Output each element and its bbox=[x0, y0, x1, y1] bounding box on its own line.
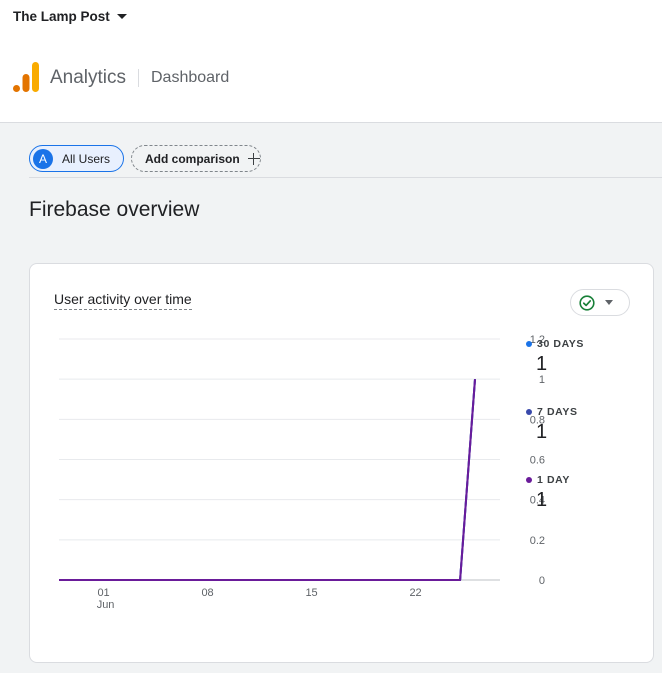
comparison-divider bbox=[29, 177, 662, 178]
x-axis-ticks: 01Jun 08 15 22 bbox=[97, 587, 422, 611]
legend-item-7-days: 7 DAYS 1 bbox=[526, 406, 636, 444]
user-activity-chart: 1.210.80.60.40.20 01Jun08 15 22 bbox=[59, 334, 545, 611]
y-tick-label: 0 bbox=[539, 575, 545, 587]
page-name: Dashboard bbox=[151, 69, 230, 86]
legend-value: 1 bbox=[536, 489, 548, 511]
legend-label: 7 DAYS bbox=[537, 406, 578, 418]
all-users-label: All Users bbox=[62, 151, 111, 166]
add-comparison-button[interactable]: Add comparison bbox=[131, 145, 261, 172]
legend-value: 1 bbox=[536, 421, 548, 443]
legend-label: 1 DAY bbox=[537, 474, 570, 486]
legend-item-1-day: 1 DAY 1 bbox=[526, 474, 636, 512]
x-tick-label: 22 bbox=[409, 587, 421, 599]
x-tick-month-label: Jun bbox=[97, 599, 115, 611]
add-comparison-label: Add comparison bbox=[145, 151, 240, 166]
caret-down-icon bbox=[116, 13, 127, 19]
account-name: The Lamp Post bbox=[13, 8, 110, 24]
plus-icon bbox=[247, 152, 260, 165]
x-tick-label: 15 bbox=[305, 587, 317, 599]
product-name: Analytics bbox=[50, 67, 127, 88]
chart-series bbox=[59, 379, 476, 581]
legend-dot bbox=[526, 477, 532, 483]
series-line-1-day bbox=[59, 379, 476, 581]
all-users-chip[interactable]: A All Users bbox=[29, 145, 124, 172]
top-header: The Lamp Post Analytics Dashboard bbox=[0, 0, 662, 123]
segment-avatar: A bbox=[33, 148, 53, 169]
legend-item-30-days: 30 DAYS 1 bbox=[526, 338, 636, 376]
x-tick-label: 01 bbox=[97, 587, 109, 599]
y-tick-label: 0.6 bbox=[530, 455, 545, 467]
user-activity-card: User activity over time 1.2 1 0.8 0.6 0.4 0.2… bbox=[29, 263, 654, 663]
header-divider bbox=[138, 69, 139, 87]
legend-dot bbox=[526, 341, 532, 347]
series-line-30-days bbox=[59, 379, 476, 581]
analytics-logo-icon bbox=[13, 62, 39, 92]
chart-grid bbox=[59, 338, 500, 581]
section-title: Firebase overview bbox=[29, 198, 200, 221]
legend-dot bbox=[526, 409, 532, 415]
x-tick-label: 08 bbox=[201, 587, 213, 599]
legend-label: 30 DAYS bbox=[537, 338, 585, 350]
series-line-7-days bbox=[59, 379, 476, 581]
account-switcher[interactable]: The Lamp Post bbox=[13, 7, 127, 25]
legend-value: 1 bbox=[536, 353, 548, 375]
y-tick-label: 0.2 bbox=[530, 535, 545, 547]
